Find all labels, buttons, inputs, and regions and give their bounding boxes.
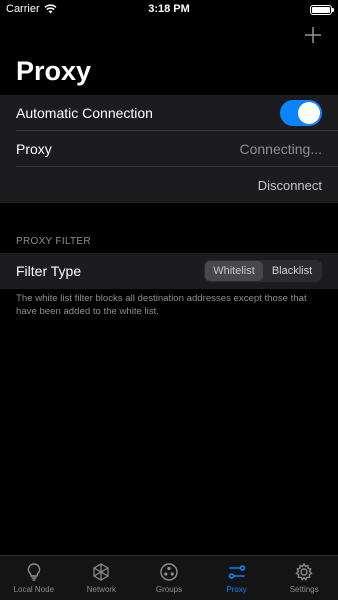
filter-type-row: Filter Type Whitelist Blacklist [0,253,338,289]
tab-groups[interactable]: Groups [135,556,203,600]
filter-description: The white list filter blocks all destina… [16,293,307,317]
tab-label: Local Node [13,585,55,594]
status-bar: Carrier 3:18 PM [0,0,338,20]
automatic-connection-row: Automatic Connection [0,95,338,131]
disconnect-row[interactable]: Disconnect [0,167,338,203]
proxy-icon [228,565,245,579]
battery-icon [310,5,334,15]
tab-bar: Local Node Network Groups Proxy Settings [0,555,338,600]
status-time: 3:18 PM [148,3,190,15]
status-right [310,5,334,15]
tab-label: Network [86,585,117,594]
filter-type-segmented-control[interactable]: Whitelist Blacklist [204,260,322,282]
whitelist-segment[interactable]: Whitelist [205,261,263,281]
proxy-label: Proxy [16,141,52,157]
network-icon [93,563,109,581]
tab-label: Proxy [226,585,247,594]
tab-proxy[interactable]: Proxy [203,556,271,600]
proxy-row: Proxy Connecting... [0,131,338,167]
tab-label: Settings [289,585,319,594]
proxy-status: Connecting... [239,141,323,157]
lightbulb-icon [27,563,40,581]
proxy-filter-header: PROXY FILTER [16,236,91,247]
tab-local-node[interactable]: Local Node [0,556,68,600]
groups-icon [160,563,178,581]
filter-type-label: Filter Type [16,263,82,279]
toggle-knob [298,102,320,124]
disconnect-button[interactable]: Disconnect [258,178,322,193]
automatic-connection-toggle[interactable] [280,100,322,126]
page-title: Proxy [16,56,92,86]
automatic-connection-label: Automatic Connection [16,105,153,121]
blacklist-segment[interactable]: Blacklist [263,261,321,281]
gear-icon [295,562,313,581]
tab-settings[interactable]: Settings [270,556,338,600]
filter-group: Filter Type Whitelist Blacklist [0,253,338,289]
tab-label: Groups [155,585,183,594]
tab-network[interactable]: Network [68,556,136,600]
add-icon[interactable] [302,24,324,46]
connection-group: Automatic Connection Proxy Connecting...… [0,95,338,203]
